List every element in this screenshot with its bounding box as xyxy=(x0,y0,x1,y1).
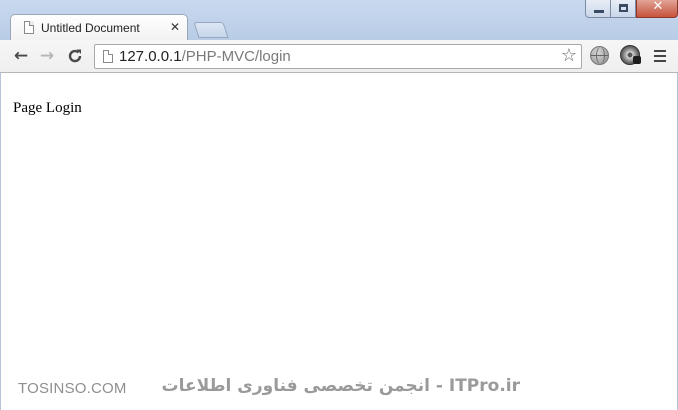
globe-icon[interactable] xyxy=(590,46,609,65)
new-tab-button[interactable] xyxy=(193,22,229,38)
close-icon: ✕ xyxy=(652,0,664,14)
watermark-left: TOSINSO.COM xyxy=(18,380,127,397)
address-path: /PHP-MVC/login xyxy=(181,48,291,65)
minimize-icon xyxy=(594,10,604,13)
page-icon xyxy=(24,21,34,34)
tab-title: Untitled Document xyxy=(41,21,140,35)
maximize-button[interactable] xyxy=(611,0,636,18)
page-heading: Page Login xyxy=(13,100,82,116)
bookmark-star-icon[interactable]: ☆ xyxy=(561,46,577,66)
tab-close-icon[interactable]: ✕ xyxy=(170,19,180,35)
tab-strip: Untitled Document ✕ ✕ xyxy=(0,0,678,40)
forward-button[interactable]: → xyxy=(36,45,58,67)
tab-untitled-document[interactable]: Untitled Document ✕ xyxy=(10,14,188,40)
maximize-icon xyxy=(619,4,628,12)
hamburger-menu-icon[interactable] xyxy=(654,50,666,62)
back-button[interactable]: ← xyxy=(10,45,32,67)
browser-toolbar: ← → 127.0.0.1/PHP-MVC/login ☆ xyxy=(0,40,678,73)
address-host: 127.0.0.1 xyxy=(119,48,182,65)
browser-window: Untitled Document ✕ ✕ ← → 127.0.0.1/PHP-… xyxy=(0,0,678,410)
film-reel-icon[interactable] xyxy=(620,45,641,65)
reload-button[interactable] xyxy=(64,45,86,67)
reload-icon xyxy=(68,49,82,63)
page-icon xyxy=(103,50,113,63)
minimize-button[interactable] xyxy=(585,0,611,18)
watermark-right: ITPro.ir - انجمن تخصصی فناوری اطلاعات ای… xyxy=(162,376,520,396)
page-content: Page Login xyxy=(0,73,678,410)
address-url[interactable]: 127.0.0.1/PHP-MVC/login xyxy=(119,48,291,65)
window-close-button[interactable]: ✕ xyxy=(636,0,678,18)
address-bar[interactable]: 127.0.0.1/PHP-MVC/login ☆ xyxy=(94,44,582,69)
